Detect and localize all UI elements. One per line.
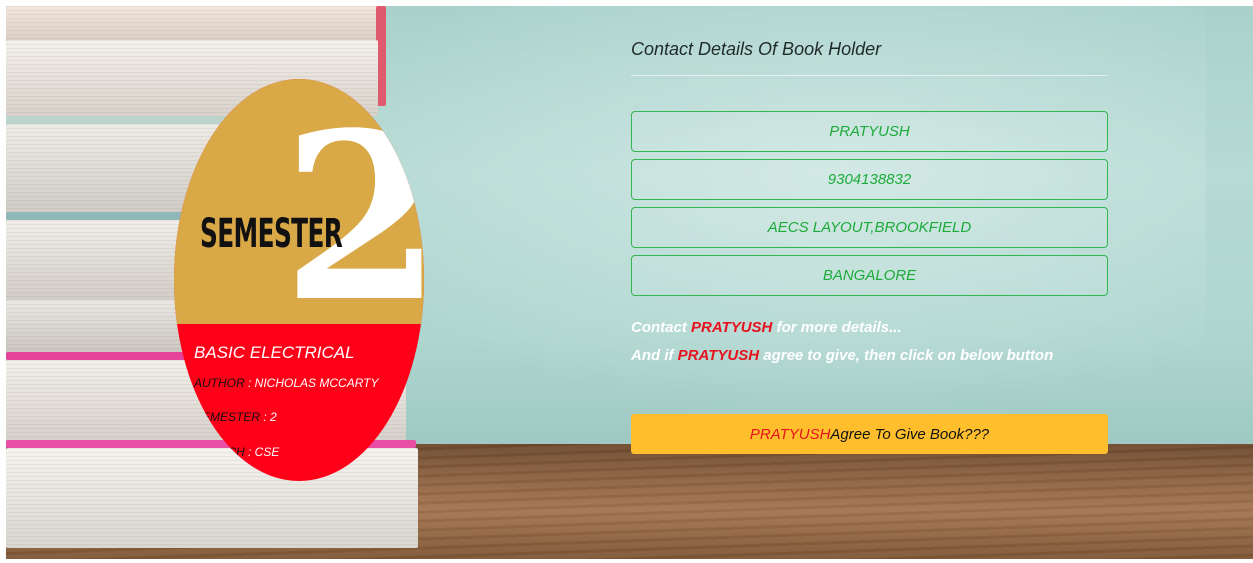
author-key: AUTHOR <box>194 376 245 390</box>
branch-value: : CSE <box>248 445 280 459</box>
semester-key: SEMESTER <box>194 410 261 424</box>
author-value: : NICHOLAS MCCARTY <box>248 376 379 390</box>
agree-to-give-book-button[interactable]: PRATYUSH Agree To Give Book??? <box>631 414 1108 454</box>
book-card: 2 SEMESTER BASIC ELECTRICAL AUTHOR : NIC… <box>174 79 424 481</box>
contact-heading: Contact Details Of Book Holder <box>631 39 882 59</box>
divider <box>631 75 1108 76</box>
book-author: AUTHOR : NICHOLAS MCCARTY <box>194 376 378 390</box>
book-title: BASIC ELECTRICAL <box>194 343 355 362</box>
holder-name-field: PRATYUSH <box>631 111 1108 152</box>
agree-button-label: Agree To Give Book??? <box>830 425 990 443</box>
book-cover-image: 2 SEMESTER <box>174 79 424 333</box>
agree-button-name: PRATYUSH <box>749 425 831 443</box>
agree-instruction: And if PRATYUSH agree to give, then clic… <box>631 347 1054 364</box>
branch-key: BRANCH <box>194 445 245 459</box>
holder-phone-field: 9304138832 <box>631 159 1108 200</box>
holder-name-highlight: PRATYUSH <box>677 347 760 364</box>
holder-name-highlight: PRATYUSH <box>691 319 773 336</box>
semester-value: : 2 <box>263 410 277 424</box>
book-branch: BRANCH : CSE <box>194 445 279 459</box>
holder-address-field: AECS LAYOUT,BROOKFIELD <box>631 207 1108 248</box>
cover-label: SEMESTER <box>200 211 343 257</box>
book-semester: SEMESTER : 2 <box>194 410 277 424</box>
contact-message: Contact PRATYUSH for more details... <box>631 319 902 336</box>
holder-city-field: BANGALORE <box>631 255 1108 296</box>
